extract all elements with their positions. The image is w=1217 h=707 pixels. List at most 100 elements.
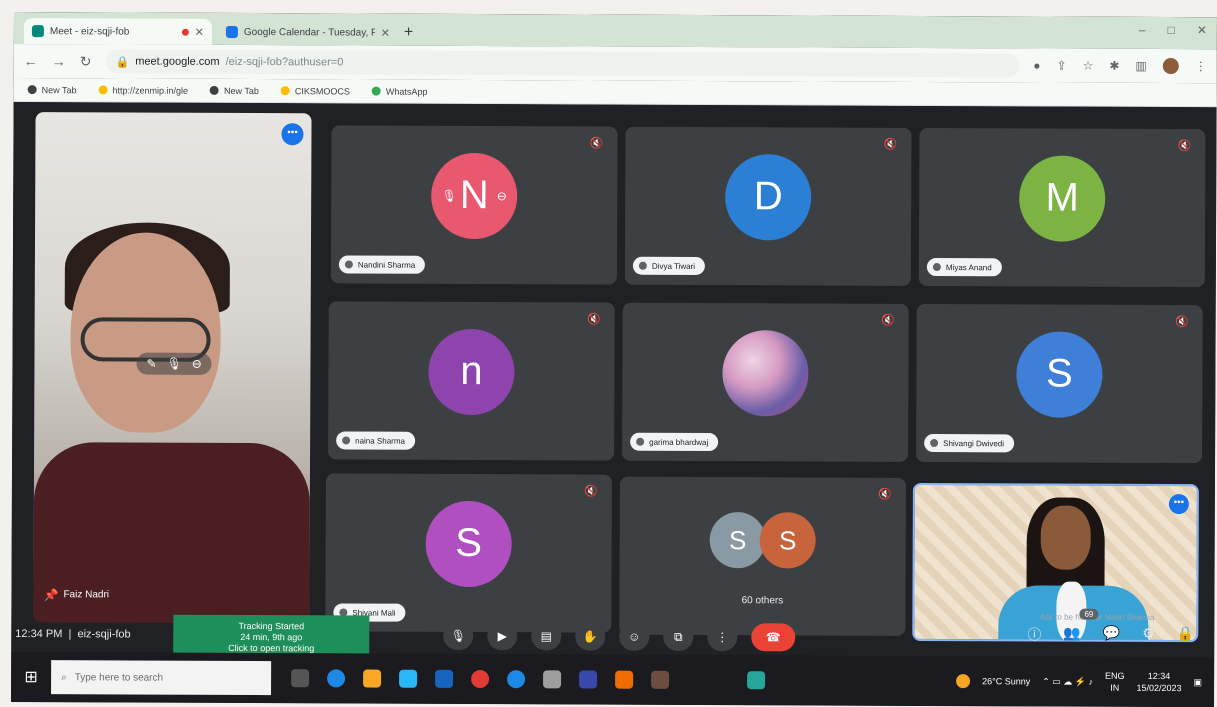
close-tab-icon[interactable]: ✕ <box>195 25 204 38</box>
notification-icon[interactable]: ▣ <box>1194 677 1203 688</box>
bookmark-star-icon[interactable]: ☆ <box>1083 59 1094 73</box>
extensions-icon[interactable]: ✱ <box>1109 59 1119 73</box>
tile-hover-controls[interactable]: ✎ 🎙 ⊖ <box>136 352 212 375</box>
bookmark-item[interactable]: CIKSMOOCS <box>280 85 350 96</box>
more-options-icon[interactable]: ••• <box>281 123 304 146</box>
mic-icon[interactable]: 🎙 <box>166 357 181 371</box>
close-window-button[interactable]: ✕ <box>1197 23 1207 37</box>
avatar: S <box>709 512 766 569</box>
present-screen-icon: ⧉ <box>673 629 683 644</box>
search-icon: ⌕ <box>61 671 67 683</box>
more-button[interactable]: ⋮ <box>707 623 738 652</box>
others-count: 60 others <box>741 595 784 607</box>
bookmark-item[interactable]: New Tab <box>27 85 77 95</box>
file-explorer-icon[interactable] <box>363 669 382 688</box>
participant-tile[interactable]: 🔇 S Shivangi Dwivedi <box>916 303 1203 464</box>
chat-icon[interactable]: 💬 <box>1103 625 1121 645</box>
self-video-tile[interactable]: ✎ 🎙 ⊖ ••• 📌 Faiz Nadri <box>33 112 312 624</box>
mic-off-icon <box>930 439 939 448</box>
host-controls-icon[interactable]: 🔒 <box>1177 625 1195 645</box>
browser-toolbar: ← → ↻ 🔒 meet.google.com/eiz-sqji-fob?aut… <box>13 43 1217 84</box>
people-icon[interactable]: 👥 <box>1063 625 1081 645</box>
name-label: Miyas Anand <box>926 257 1002 277</box>
app-icon[interactable] <box>579 670 598 689</box>
bookmark-item[interactable]: New Tab <box>210 85 259 96</box>
participant-tile[interactable]: 🔇 garima bhardwaj <box>622 302 909 462</box>
participant-tile[interactable]: 🔇 N 🎙 ⊖ Nandini Sharma <box>330 125 618 285</box>
tab-meet[interactable]: Meet - eiz-sqji-fob ✕ <box>23 18 212 45</box>
bookmark-label: CIKSMOOCS <box>294 85 350 96</box>
share-icon[interactable]: ⇪ <box>1057 59 1067 73</box>
forward-arrow-icon[interactable]: → <box>52 53 66 69</box>
participant-tile[interactable]: 🔇 D Divya Tiwari <box>624 126 912 286</box>
settings-icon[interactable] <box>543 670 562 689</box>
remove-icon[interactable]: ⊖ <box>497 189 507 203</box>
region: IN <box>1110 682 1120 693</box>
captions-icon: ▤ <box>540 629 552 644</box>
clock[interactable]: 12:34 15/02/2023 <box>1136 670 1181 694</box>
avatar-initial: S <box>778 525 797 556</box>
windows-start-icon[interactable]: ⊞ <box>11 667 51 687</box>
present-button[interactable]: ⧉ <box>663 622 694 651</box>
chrome-icon[interactable] <box>471 670 490 689</box>
bookmark-icon <box>210 85 220 95</box>
tracking-toast[interactable]: Tracking Started 24 min, 9th ago Click t… <box>173 614 370 654</box>
close-tab-icon[interactable]: ✕ <box>381 26 390 39</box>
activities-icon[interactable]: ⚙ <box>1142 625 1155 645</box>
camera-permission-icon[interactable]: ● <box>1033 58 1040 72</box>
language-indicator[interactable]: ENG IN <box>1105 670 1125 694</box>
mic-off-icon <box>344 260 353 269</box>
reload-icon[interactable]: ↻ <box>80 53 92 70</box>
captions-button[interactable]: ▤ <box>531 622 562 651</box>
participant-tile[interactable]: 🔇 M Miyas Anand <box>918 127 1206 288</box>
side-panel-icon[interactable]: ▥ <box>1135 59 1146 73</box>
participant-name: Nandini Sharma <box>357 260 416 270</box>
tab-strip: Meet - eiz-sqji-fob ✕ Google Calendar - … <box>13 12 1217 50</box>
mic-icon[interactable]: 🎙 <box>442 188 457 202</box>
bookmark-item[interactable]: http://zenmip.in/gle <box>98 85 188 95</box>
raise-hand-button[interactable]: ✋ <box>575 622 606 651</box>
mic-button[interactable]: 🎙 <box>443 621 474 651</box>
profile-avatar[interactable] <box>1162 58 1179 75</box>
remove-icon[interactable]: ⊖ <box>192 357 202 371</box>
bookmark-item[interactable]: WhatsApp <box>371 86 427 96</box>
participant-tile[interactable]: 🔇 n naina Sharma <box>328 301 615 461</box>
name-label: Nandini Sharma <box>338 255 426 274</box>
tile-hover-controls[interactable]: 🎙 ⊖ <box>442 188 507 202</box>
minimize-button[interactable]: – <box>1139 23 1146 37</box>
mic-off-icon <box>636 437 645 446</box>
reactions-button[interactable]: ☺ <box>619 622 650 651</box>
leave-call-button[interactable]: ☎ <box>751 623 796 652</box>
new-tab-button[interactable]: + <box>404 24 413 42</box>
tab-calendar[interactable]: Google Calendar - Tuesday, Feb… ✕ <box>218 19 398 46</box>
muted-mic-icon: 🔇 <box>1177 140 1192 153</box>
app-icon[interactable] <box>747 671 766 690</box>
edge-icon[interactable] <box>327 669 346 688</box>
back-arrow-icon[interactable]: ← <box>24 53 38 69</box>
maximize-button[interactable]: □ <box>1168 23 1175 37</box>
info-icon[interactable]: ⓘ <box>1027 624 1041 644</box>
task-view-icon[interactable] <box>291 669 310 688</box>
clock-time: 12:34 <box>1147 670 1171 682</box>
taskbar-search[interactable]: ⌕ Type here to search <box>51 660 272 696</box>
more-options-icon[interactable]: ••• <box>1168 494 1189 515</box>
browser-icon[interactable] <box>507 670 526 689</box>
store-icon[interactable] <box>399 669 418 688</box>
address-bar[interactable]: 🔒 meet.google.com/eiz-sqji-fob?authuser=… <box>105 49 1020 78</box>
others-tile[interactable]: 🔇 S S 60 others <box>619 476 906 636</box>
mail-icon[interactable] <box>435 669 454 688</box>
app-icon[interactable] <box>615 670 634 689</box>
avatar: n <box>428 328 515 415</box>
camera-button[interactable]: ▶ <box>487 622 518 651</box>
tray-icons[interactable]: ⌃ ▭ ☁ ⚡ ♪ <box>1042 676 1093 687</box>
app-icon[interactable] <box>651 670 670 689</box>
muted-mic-icon: 🔇 <box>589 137 604 150</box>
participant-tile[interactable]: 🔇 S Shivani Mali <box>325 473 612 633</box>
weather-text[interactable]: 26°C Sunny <box>982 676 1030 686</box>
people-count-badge: 69 <box>1079 608 1099 620</box>
pin-icon[interactable]: ✎ <box>146 357 156 371</box>
pin-icon[interactable]: 📌 <box>43 588 58 602</box>
side-controls: ⓘ 👥 💬 ⚙ 🔒 <box>1027 624 1194 645</box>
menu-dots-icon[interactable]: ⋮ <box>1195 59 1207 73</box>
meet-stage: ✎ 🎙 ⊖ ••• 📌 Faiz Nadri 🔇 N 🎙 ⊖ Nandini S… <box>11 101 1217 658</box>
